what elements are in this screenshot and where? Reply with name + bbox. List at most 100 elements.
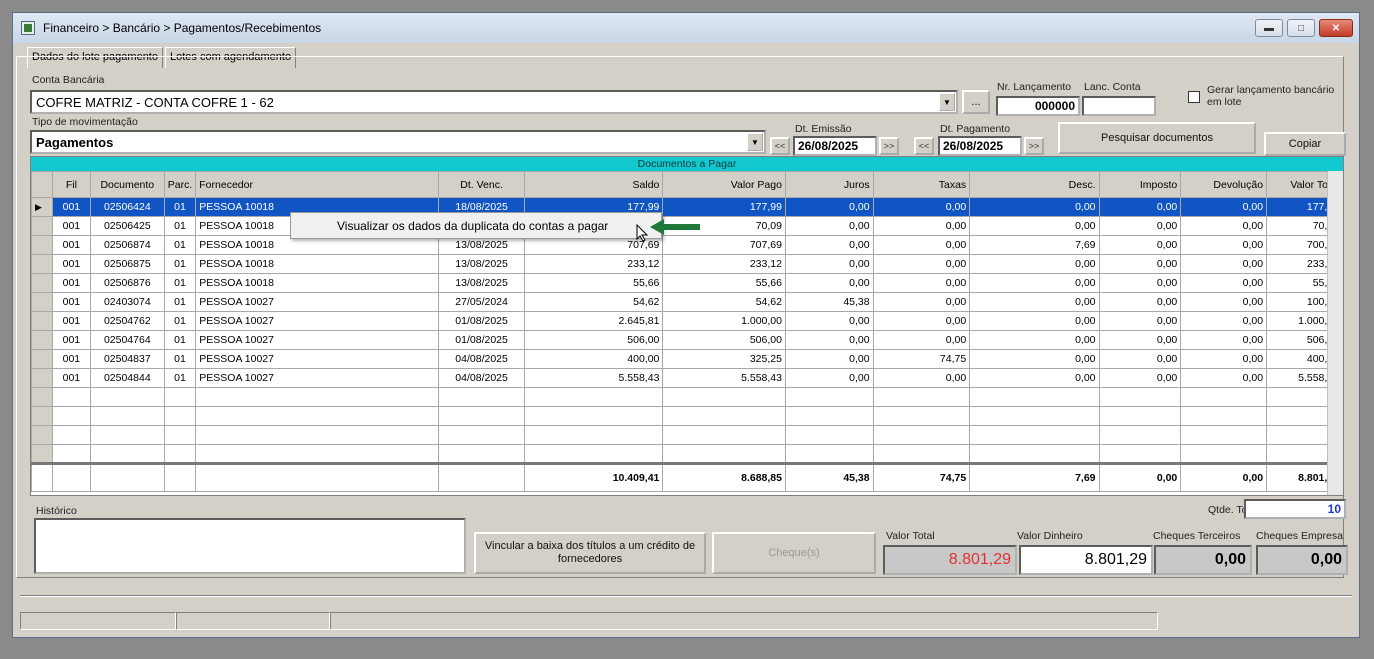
cell-juros: 0,00 [784,216,874,236]
cell-dt-venc: 04/08/2025 [438,368,525,388]
vincular-baixa-button[interactable]: Vincular a baixa dos títulos a um crédit… [474,532,706,574]
cell-desc: 0,00 [969,216,1100,236]
title-bar: Financeiro > Bancário > Pagamentos/Receb… [13,13,1359,43]
cell-fil [51,387,91,407]
dt-emissao-prev-button[interactable]: << [770,137,790,155]
lanc-conta-field[interactable] [1082,96,1156,116]
table-row[interactable]: 001 02504762 01 PESSOA 10027 01/08/2025 2.645… [31,311,1343,331]
cell-fil: 001 [51,254,91,274]
cell-juros [784,387,874,407]
col-header-saldo[interactable]: Saldo [523,171,664,198]
cell-imposto: 0,00 [1098,330,1182,350]
cell-taxas: 74,75 [872,349,971,369]
gerar-lancamento-checkbox[interactable] [1188,91,1200,103]
cell-documento: 02506874 [89,235,165,255]
cell-parc: 01 [163,330,197,350]
col-header-juros[interactable]: Juros [784,171,874,198]
copiar-button[interactable]: Copiar [1264,132,1346,156]
dt-pagamento-prev-button[interactable]: << [914,137,934,155]
maximize-button[interactable]: □ [1287,19,1315,37]
col-header-taxas[interactable]: Taxas [872,171,971,198]
table-row[interactable]: 001 02504764 01 PESSOA 10027 01/08/2025 506,0… [31,330,1343,350]
dt-pagamento-next-button[interactable]: >> [1024,137,1044,155]
tipo-select[interactable]: Pagamentos ▼ [30,130,766,154]
cell-devolucao: 0,00 [1180,349,1268,369]
cell-devolucao [1180,406,1268,426]
conta-value: COFRE MATRIZ - CONTA COFRE 1 - 62 [36,94,274,110]
table-row[interactable] [31,444,1343,464]
table-row[interactable]: 001 02506875 01 PESSOA 10018 13/08/2025 233,1… [31,254,1343,274]
table-row[interactable]: ▶ 001 02506424 01 PESSOA 10018 18/08/2025 177,… [31,197,1343,217]
cell-imposto: 0,00 [1098,462,1182,492]
historico-textarea[interactable] [34,518,466,574]
table-row[interactable] [31,425,1343,445]
cell-devolucao [1180,425,1268,445]
cell-dt-venc: 01/08/2025 [438,330,525,350]
cell-saldo: 506,00 [523,330,664,350]
col-header-devolucao[interactable]: Devolução [1180,171,1268,198]
row-indicator [31,216,53,236]
valor-total-field: 8.801,29 [883,545,1017,575]
qtde-total-field: 10 [1244,499,1346,519]
context-menu-item-visualizar[interactable]: Visualizar os dados da duplicata do cont… [337,219,608,233]
cell-parc: 01 [163,292,197,312]
cell-desc: 0,00 [969,311,1100,331]
col-header-valor-pago[interactable]: Valor Pago [662,171,786,198]
cell-documento: 02506875 [89,254,165,274]
cheques-button[interactable]: Cheque(s) [712,532,876,574]
cell-taxas: 0,00 [872,197,971,217]
table-row[interactable] [31,387,1343,407]
row-indicator [31,235,53,255]
col-header-documento[interactable]: Documento [89,171,165,198]
pesquisar-documentos-button[interactable]: Pesquisar documentos [1058,122,1256,154]
table-row[interactable]: 001 02504844 01 PESSOA 10027 04/08/2025 5.558… [31,368,1343,388]
cell-desc: 0,00 [969,273,1100,293]
cell-fil [51,425,91,445]
cell-valor-pago: 325,25 [662,349,786,369]
minimize-button[interactable]: ▬ [1255,19,1283,37]
conta-lookup-button[interactable]: ... [962,90,990,114]
cell-desc [969,387,1100,407]
col-header-fornecedor[interactable]: Fornecedor [195,171,440,198]
col-header-imposto[interactable]: Imposto [1098,171,1182,198]
row-pointer-icon: ▶ [35,202,42,212]
cell-dt-venc [438,462,525,492]
context-menu[interactable]: Visualizar os dados da duplicata do cont… [290,212,662,239]
historico-label: Histórico [36,505,77,517]
cell-parc: 01 [163,254,197,274]
cell-parc: 01 [163,216,197,236]
cell-desc: 7,69 [969,235,1100,255]
col-header-parc[interactable]: Parc. [163,171,197,198]
col-header-fil[interactable]: Fil [51,171,91,198]
cell-fil: 001 [51,349,91,369]
col-header-desc[interactable]: Desc. [969,171,1100,198]
table-row[interactable]: 001 02506876 01 PESSOA 10018 13/08/2025 55,66… [31,273,1343,293]
valor-dinheiro-field[interactable]: 8.801,29 [1019,545,1153,575]
col-header-dt-venc[interactable]: Dt. Venc. [438,171,525,198]
cell-juros: 0,00 [784,254,874,274]
table-row[interactable]: 001 02403074 01 PESSOA 10027 27/05/2024 54,62… [31,292,1343,312]
cell-taxas: 0,00 [872,311,971,331]
dt-emissao-next-button[interactable]: >> [879,137,899,155]
cell-taxas [872,425,971,445]
table-header-row: Fil Documento Parc. Fornecedor Dt. Venc.… [31,171,1343,198]
cell-taxas: 0,00 [872,330,971,350]
grid-title: Documentos a Pagar [31,157,1343,171]
cell-parc: 01 [163,349,197,369]
grid-scrollbar[interactable] [1327,171,1343,495]
nr-lancamento-field[interactable]: 000000 [996,96,1080,116]
dt-emissao-field[interactable]: 26/08/2025 [793,136,877,156]
cell-imposto: 0,00 [1098,273,1182,293]
chevron-down-icon[interactable]: ▼ [747,133,763,151]
chevron-down-icon[interactable]: ▼ [939,93,955,111]
conta-select[interactable]: COFRE MATRIZ - CONTA COFRE 1 - 62 ▼ [30,90,958,114]
table-row[interactable]: 001 02506874 01 PESSOA 10018 13/08/2025 707,6… [31,235,1343,255]
cell-saldo [523,425,664,445]
close-button[interactable]: ✕ [1319,19,1353,37]
table-row[interactable] [31,406,1343,426]
cell-documento: 02504844 [89,368,165,388]
table-row[interactable]: 001 02504837 01 PESSOA 10027 04/08/2025 400,0… [31,349,1343,369]
cell-fil: 001 [51,368,91,388]
dt-pagamento-field[interactable]: 26/08/2025 [938,136,1022,156]
cell-fornecedor [195,387,440,407]
